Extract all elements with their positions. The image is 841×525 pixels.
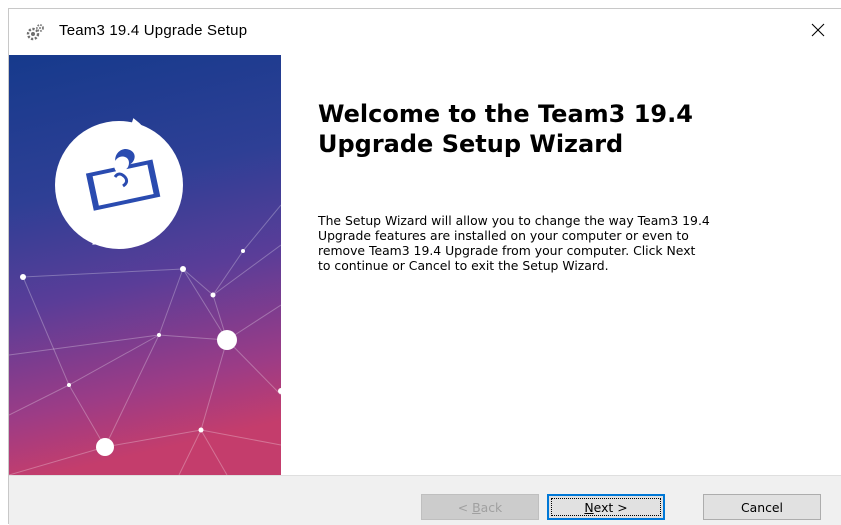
back-button[interactable]: < Back <box>421 494 539 520</box>
window-title: Team3 19.4 Upgrade Setup <box>59 22 248 39</box>
welcome-heading-line2: Upgrade Setup Wizard <box>318 130 624 158</box>
close-button[interactable] <box>795 9 841 55</box>
back-button-mnemonic: B <box>472 499 481 515</box>
setup-window: Team3 19.4 Upgrade Setup Welcome to the … <box>8 8 841 525</box>
back-button-rest: ack <box>480 499 503 515</box>
back-button-prefix: < <box>457 499 473 515</box>
welcome-heading: Welcome to the Team3 19.4 Upgrade Setup … <box>318 99 818 159</box>
welcome-heading-line1: Welcome to the Team3 19.4 <box>318 100 693 128</box>
setup-gear-icon <box>25 23 45 43</box>
close-icon <box>811 23 825 42</box>
next-button[interactable]: Next > <box>547 494 665 520</box>
wizard-banner-image <box>9 55 281 475</box>
wizard-description: The Setup Wizard will allow you to chang… <box>318 213 808 273</box>
description-line: Upgrade features are installed on your c… <box>318 228 689 243</box>
description-line: The Setup Wizard will allow you to chang… <box>318 213 710 228</box>
description-line: to continue or Cancel to exit the Setup … <box>318 258 609 273</box>
cancel-button[interactable]: Cancel <box>703 494 821 520</box>
wizard-footer: < Back Next > Cancel <box>9 475 841 525</box>
focus-ring <box>551 498 661 516</box>
description-line: remove Team3 19.4 Upgrade from your comp… <box>318 243 696 258</box>
title-bar: Team3 19.4 Upgrade Setup <box>9 9 841 55</box>
wizard-content: Welcome to the Team3 19.4 Upgrade Setup … <box>281 55 841 475</box>
